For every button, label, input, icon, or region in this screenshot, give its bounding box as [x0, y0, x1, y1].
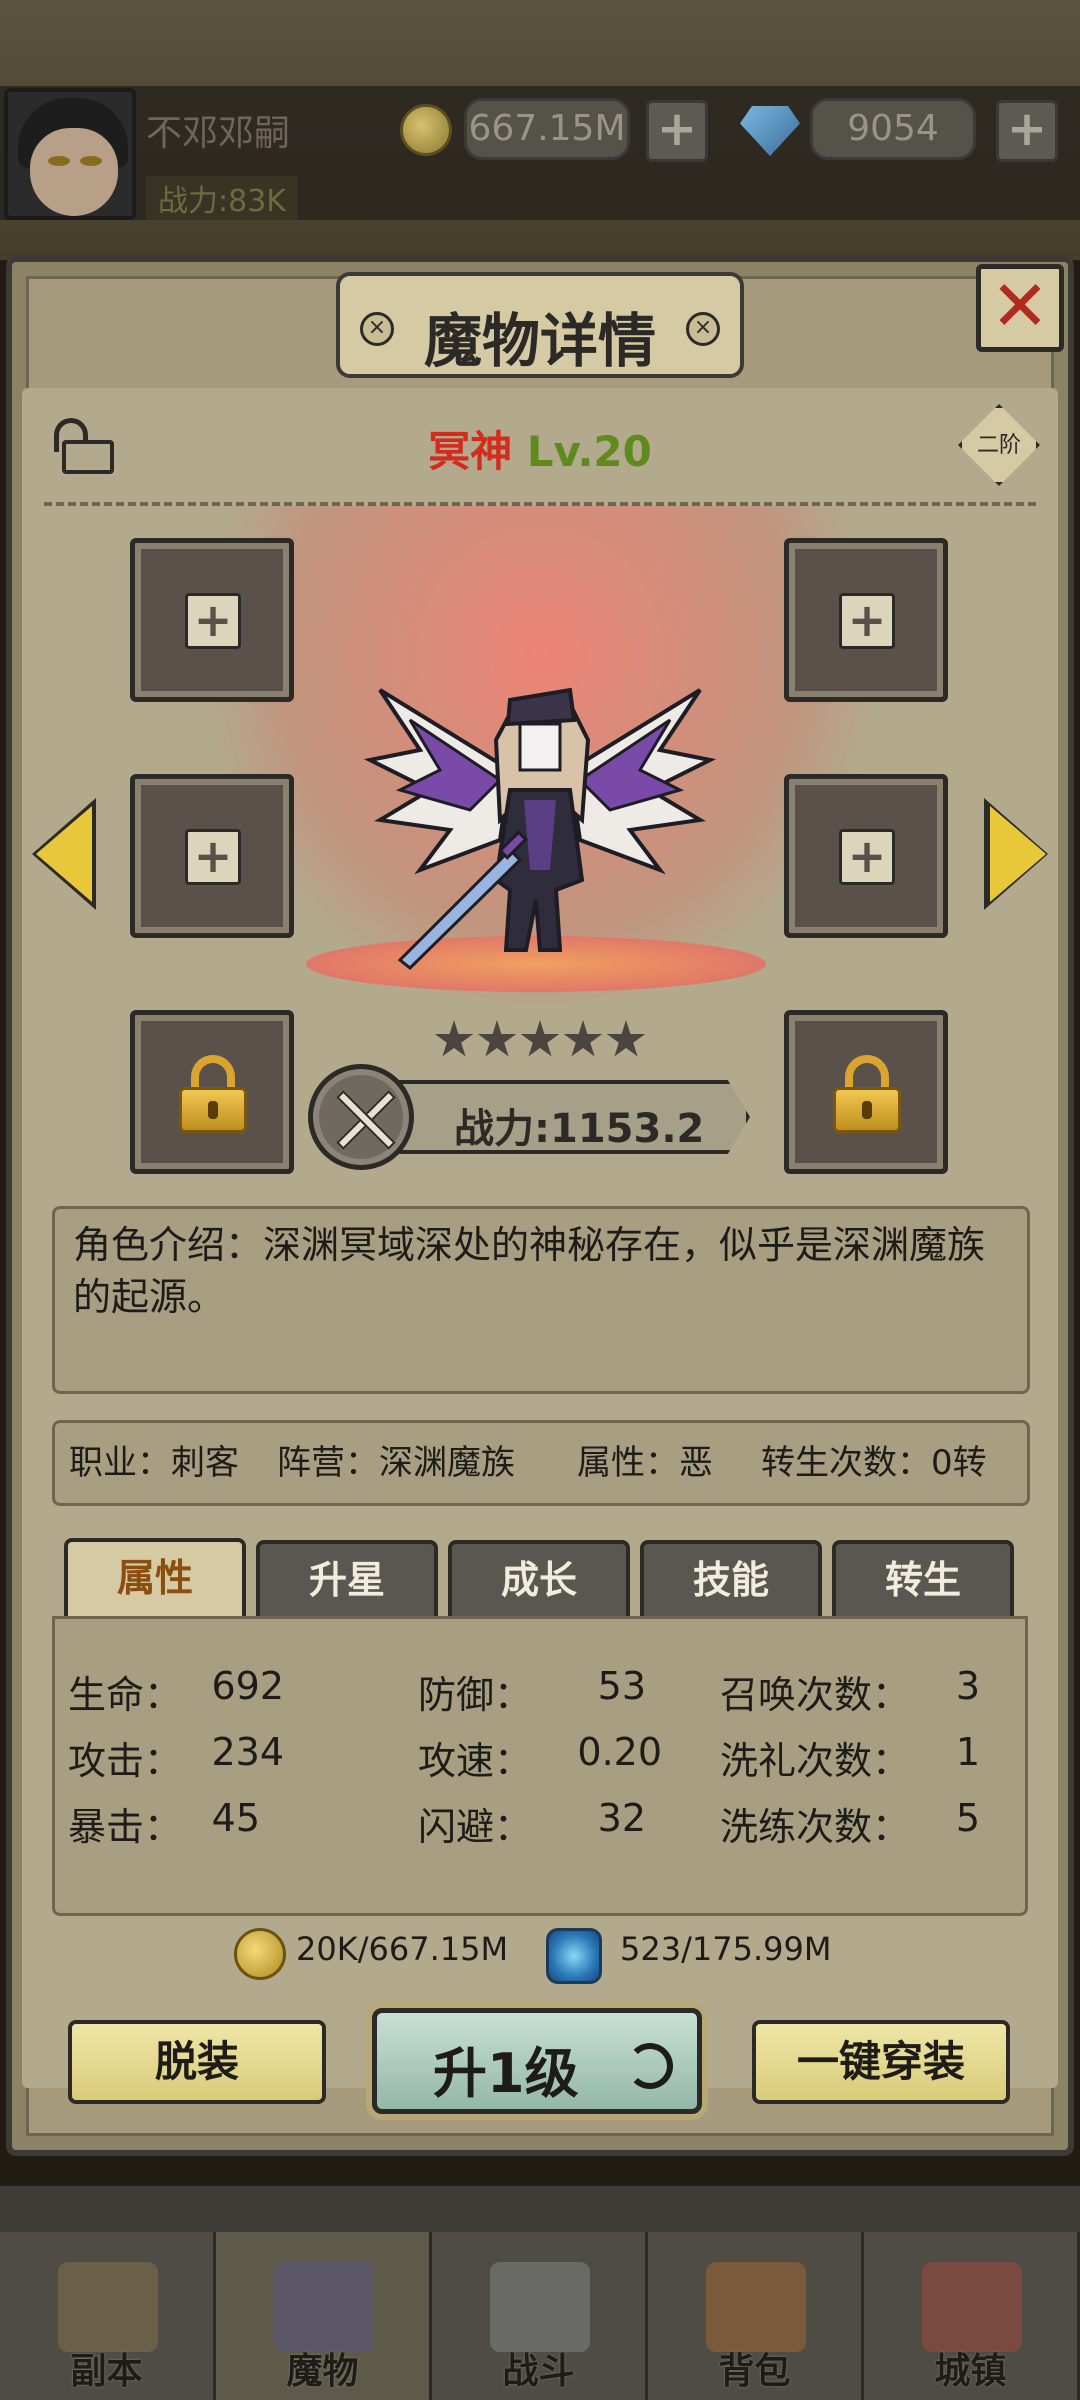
stat-value: 5 [955, 1796, 980, 1840]
tab-growth[interactable]: 成长 [448, 1540, 630, 1618]
star-icon [520, 1020, 560, 1057]
tab-skills[interactable]: 技能 [640, 1540, 822, 1618]
map-scroll-icon [58, 2262, 158, 2352]
refresh-icon [627, 2043, 673, 2089]
equip-slot-2[interactable]: + [784, 538, 948, 702]
star-icon [606, 1020, 646, 1057]
star-icon [563, 1020, 603, 1057]
tab-star-up[interactable]: 升星 [256, 1540, 438, 1618]
combat-power-value: 战力:1153.2 [454, 1106, 705, 1152]
gold-amount: 667.15M [464, 98, 630, 160]
screw-icon: × [686, 312, 720, 346]
monster-portrait [363, 687, 717, 971]
player-name: 不邓邓嗣 [146, 113, 291, 154]
nav-backpack[interactable]: 背包 [648, 2232, 864, 2400]
nav-label: 城镇 [934, 2351, 1007, 2392]
gold-coin-icon [234, 1928, 286, 1980]
rebirth-info: 转生次数：0转 [761, 1443, 987, 1483]
equip-slot-locked-1[interactable] [130, 1010, 294, 1174]
nav-dungeon[interactable]: 副本 [0, 2232, 216, 2400]
backpack-icon [706, 2262, 806, 2352]
stat-value: 692 [211, 1664, 284, 1708]
stat-label: 攻速： [418, 1739, 533, 1783]
upgrade-label: 升1级 [433, 2042, 579, 2105]
star-icon [434, 1020, 474, 1057]
spirit-orb-icon [546, 1928, 602, 1984]
nav-monsters[interactable]: 魔物 [216, 2232, 432, 2400]
gold-coin-icon [400, 104, 452, 156]
stat-label: 洗练次数： [720, 1805, 911, 1849]
attribute-info: 属性：恶 [577, 1443, 713, 1483]
star-icon [477, 1020, 517, 1057]
add-gold-button[interactable]: + [646, 100, 708, 162]
add-gem-button[interactable]: + [996, 100, 1058, 162]
close-button[interactable]: ✕ [976, 264, 1064, 352]
equip-slot-locked-2[interactable] [784, 1010, 948, 1174]
monster-title: 冥神 Lv.20 [0, 418, 1080, 479]
stat-label: 洗礼次数： [720, 1739, 911, 1783]
nav-label: 背包 [718, 2351, 791, 2392]
stat-label: 闪避： [418, 1805, 533, 1849]
nav-label: 战斗 [502, 2351, 575, 2392]
stat-value: 234 [211, 1730, 284, 1774]
equip-slot-4[interactable]: + [784, 774, 948, 938]
stat-value: 45 [211, 1796, 260, 1840]
monster-level: Lv.20 [526, 427, 652, 476]
nav-label: 魔物 [286, 2351, 359, 2392]
stat-label: 生命： [68, 1673, 183, 1717]
tab-rebirth[interactable]: 转生 [832, 1540, 1014, 1618]
crossed-swords-icon [308, 1064, 414, 1170]
plus-icon: + [185, 593, 241, 649]
padlock-icon [833, 1055, 901, 1133]
stat-value: 32 [597, 1796, 646, 1840]
stat-label: 召唤次数： [720, 1673, 911, 1717]
unequip-button[interactable]: 脱装 [68, 2020, 326, 2104]
stat-value: 3 [955, 1664, 980, 1708]
avatar[interactable] [4, 88, 136, 220]
upgrade-button[interactable]: 升1级 [372, 2008, 702, 2114]
stat-label: 攻击： [68, 1739, 183, 1783]
stat-value: 1 [955, 1730, 980, 1774]
plus-icon: + [839, 593, 895, 649]
padlock-icon [179, 1055, 247, 1133]
camp-info: 阵营：深渊魔族 [277, 1443, 515, 1483]
gold-cost: 20K/667.15M [296, 1930, 509, 1968]
equip-all-button[interactable]: 一键穿装 [752, 2020, 1010, 2104]
helmet-icon [274, 2262, 374, 2352]
job-info: 职业：刺客 [69, 1443, 239, 1483]
stat-value: 0.20 [577, 1730, 662, 1774]
nav-label: 副本 [70, 2351, 143, 2392]
star-rating [434, 1020, 654, 1064]
stat-label: 暴击： [68, 1805, 183, 1849]
player-power: 战力:83K [146, 176, 298, 220]
info-row: 职业：刺客 阵营：深渊魔族 属性：恶 转生次数：0转 [52, 1420, 1030, 1506]
character-intro: 角色介绍：深渊冥域深处的神秘存在，似乎是深渊魔族的起源。 [52, 1206, 1030, 1394]
stat-label: 防御： [418, 1673, 533, 1717]
equip-slot-1[interactable]: + [130, 538, 294, 702]
stat-value: 53 [597, 1664, 646, 1708]
plus-icon: + [185, 829, 241, 885]
shop-icon [922, 2262, 1022, 2352]
gem-amount: 9054 [810, 98, 976, 160]
modal-title-plate: × 魔物详情 × [336, 272, 744, 378]
tab-attributes[interactable]: 属性 [64, 1538, 246, 1620]
plus-icon: + [839, 829, 895, 885]
combat-power-bar: 战力:1153.2 [380, 1080, 750, 1154]
orb-cost: 523/175.99M [620, 1930, 832, 1968]
modal-title: 魔物详情 [423, 307, 656, 375]
monster-name: 冥神 [428, 427, 513, 476]
nav-town[interactable]: 城镇 [864, 2232, 1080, 2400]
equip-slot-3[interactable]: + [130, 774, 294, 938]
nav-battle[interactable]: 战斗 [432, 2232, 648, 2400]
swords-icon [490, 2262, 590, 2352]
